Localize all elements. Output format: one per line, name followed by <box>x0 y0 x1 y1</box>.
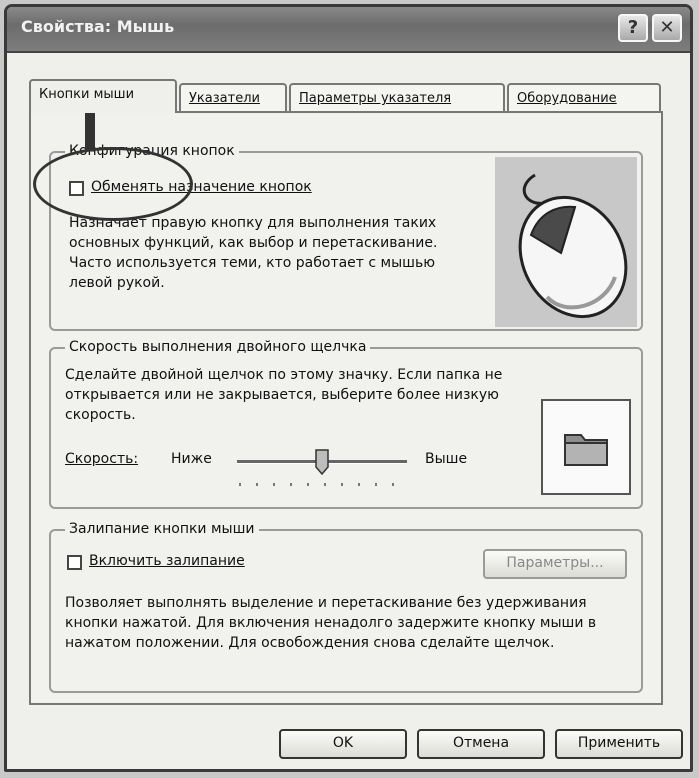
window-title: Свойства: Мышь <box>21 17 175 36</box>
click-lock-label[interactable]: Включить залипание <box>89 553 245 569</box>
mouse-properties-dialog: Свойства: Мышь ? ✕ Кнопки мыши Указатели… <box>4 4 693 772</box>
speed-slider-thumb[interactable] <box>315 449 329 476</box>
tab-strip: Кнопки мыши Указатели Параметры указател… <box>29 79 661 113</box>
tab-pointer-options[interactable]: Параметры указателя <box>289 83 505 111</box>
double-click-description: Сделайте двойной щелчок по этому значку.… <box>65 367 503 423</box>
click-lock-settings-button[interactable]: Параметры... <box>483 549 627 579</box>
tab-pointers[interactable]: Указатели <box>179 83 287 111</box>
tab-buttons[interactable]: Кнопки мыши <box>29 79 177 113</box>
apply-button[interactable]: Применить <box>555 729 683 759</box>
ok-button[interactable]: OK <box>279 729 407 759</box>
double-click-speed-group: Скорость выполнения двойного щелчка Сдел… <box>49 338 643 509</box>
speed-low-label: Ниже <box>171 451 212 467</box>
swap-buttons-description: Назначает правую кнопку для выполнения т… <box>69 215 438 291</box>
click-lock-description: Позволяет выполнять выделение и перетаск… <box>65 595 597 651</box>
close-button[interactable]: ✕ <box>652 14 682 42</box>
mouse-icon <box>518 173 628 319</box>
click-lock-checkbox[interactable] <box>67 555 82 570</box>
tab-hardware[interactable]: Оборудование <box>507 83 661 111</box>
help-button[interactable]: ? <box>618 14 648 42</box>
click-lock-group: Залипание кнопки мыши Включить залипание… <box>49 520 643 693</box>
title-bar[interactable]: Свойства: Мышь ? ✕ <box>7 7 690 53</box>
speed-high-label: Выше <box>425 451 468 467</box>
speed-label: Скорость: <box>65 451 139 467</box>
mouse-image <box>495 157 637 327</box>
click-lock-legend: Залипание кнопки мыши <box>65 520 259 538</box>
cancel-button[interactable]: Отмена <box>417 729 545 759</box>
annotation-circle <box>33 147 193 221</box>
folder-icon[interactable] <box>543 401 629 493</box>
speed-slider-ticks <box>239 483 407 486</box>
test-folder-area[interactable] <box>541 399 631 495</box>
double-click-speed-legend: Скорость выполнения двойного щелчка <box>65 338 371 356</box>
